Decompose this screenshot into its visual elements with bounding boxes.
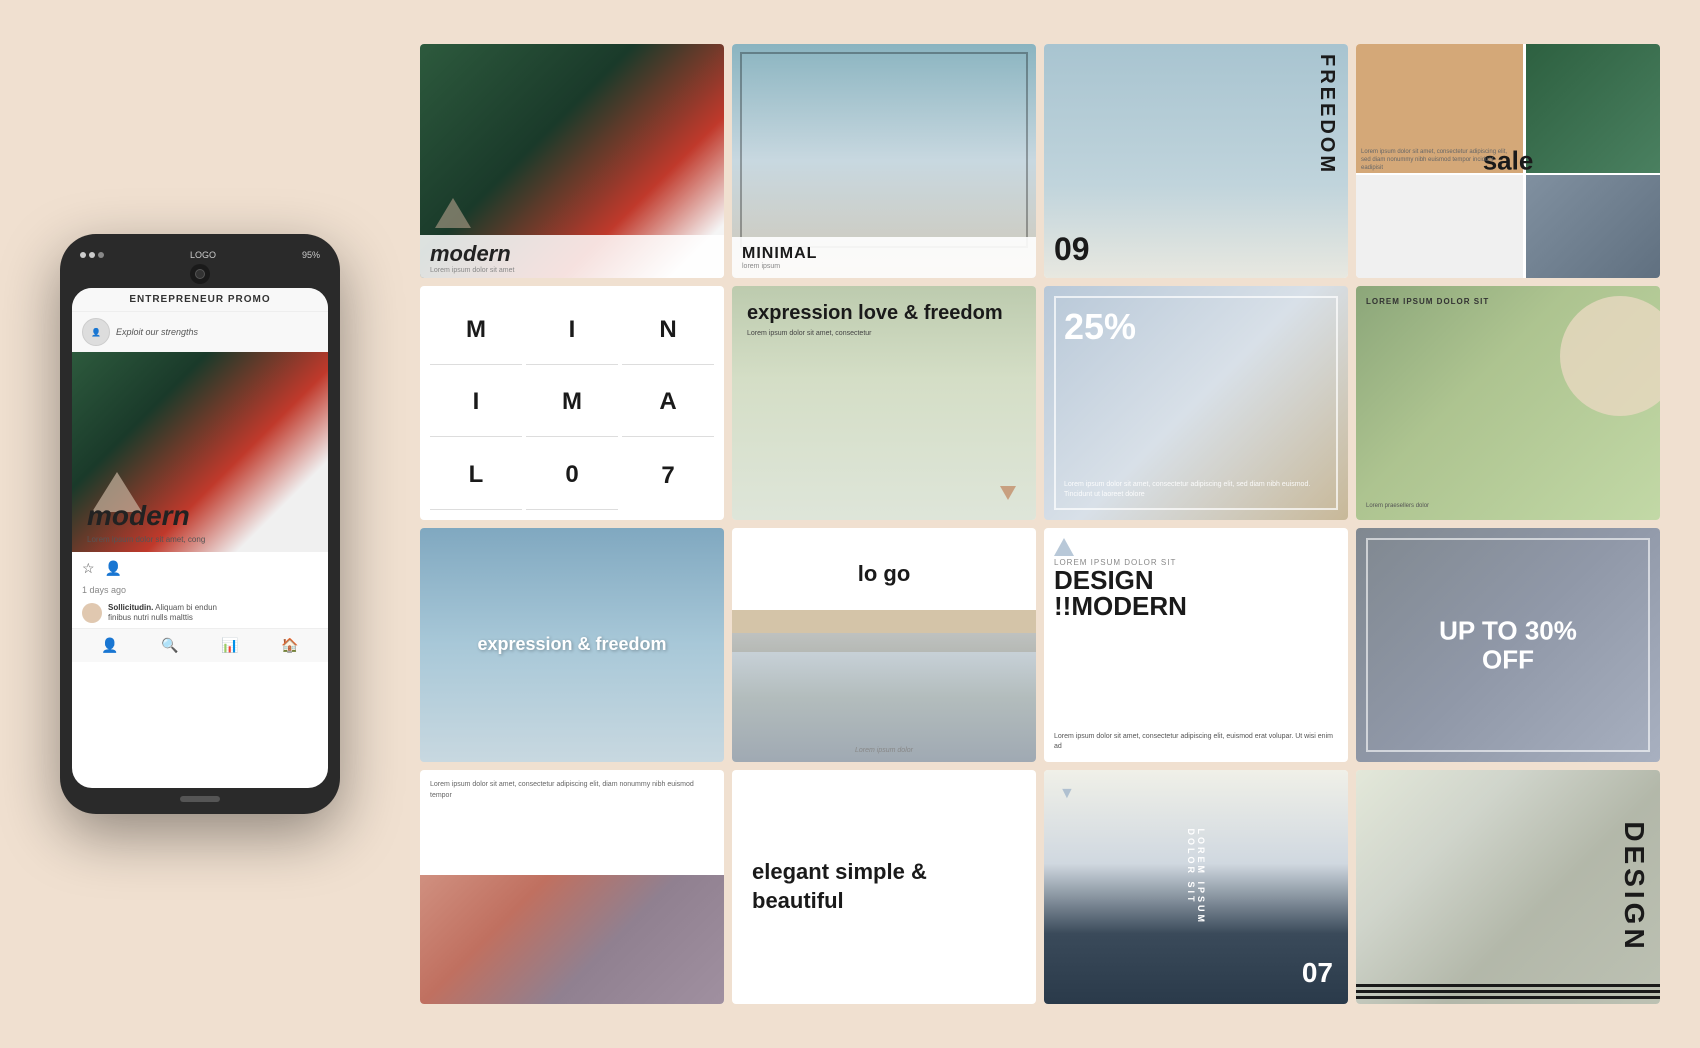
phone-nav-search[interactable]: 🔍 [161,637,178,654]
phone-post-image: modern Lorem ipsum dolor sit amet, cong [72,352,328,552]
card-elegant: elegant simple & beautiful [732,770,1036,1004]
letter-M: M [430,296,522,365]
card-sale: sale Lorem ipsum dolor sit amet, consect… [1356,44,1660,278]
phone-mockup: LOGO 95% ENTREPRENEUR PROMO 👤 Exploit ou… [40,234,360,814]
card-logo: lo go Lorem ipsum dolor [732,528,1036,762]
card-minimal-photo: MINIMAL lorem ipsum [732,44,1036,278]
phone-commenter-avatar [82,603,102,623]
phone-profile-row: 👤 Exploit our strengths [72,312,328,352]
card-percent-sub: Lorem ipsum dolor sit amet, consectetur … [1064,480,1328,500]
letter-0: 0 [526,441,618,510]
phone-home-button[interactable] [180,796,220,802]
card-design-vertical: DESIGN [1356,770,1660,1004]
card-dm-modern: !!MODERN [1054,593,1187,619]
card-lorem-circle: LOREM IPSUM DOLOR SIT Lorem praesellers … [1356,286,1660,520]
card-minimal-sub: lorem ipsum [742,263,1026,270]
phone-nav-chart[interactable]: 📊 [221,637,238,654]
letter-I2: I [430,369,522,438]
card-modern: modern Lorem ipsum dolor sit amet [420,44,724,278]
card-minimal-letters: M I N I M A L 0 7 [420,286,724,520]
card-logo-sub: Lorem ipsum dolor [855,747,913,754]
phone-avatar: 👤 [82,318,110,346]
card-lp-text: Lorem ipsum dolor sit amet, consectetur … [430,780,714,801]
card-expression-sub: Lorem ipsum dolor sit amet, consectetur [747,329,1003,339]
card-lorem-sub: Lorem praesellers dolor [1366,502,1429,510]
card-upto-30: UP TO 30% OFF [1356,528,1660,762]
card-sale-sub: Lorem ipsum dolor sit amet, consectetur … [1361,149,1513,172]
phone-comment: Sollicitudin. Aliquam bi endun finibus n… [72,599,328,628]
letter-M2: M [526,369,618,438]
card-freedom-text: FREEDOM [1315,54,1338,175]
phone-person-icon[interactable]: 👤 [105,560,122,577]
phone-nav-bar: 👤 🔍 📊 🏠 [72,628,328,662]
phone-comment-text: Sollicitudin. Aliquam bi endun finibus n… [108,603,217,624]
card-lv-text: LOREM IPSUM DOLOR SIT [1186,829,1206,946]
card-minimal-title: MINIMAL [742,245,1026,263]
card-elegant-text: elegant simple & beautiful [752,858,1016,915]
card-logo-text: lo go [858,563,911,585]
card-lorem-photo: Lorem ipsum dolor sit amet, consectetur … [420,770,724,1004]
card-lv-arrow: ▼ [1059,785,1075,803]
phone-modern-text: modern [87,500,190,532]
card-dv-text: DESIGN [1618,821,1650,952]
card-dm-design: DESIGN [1054,567,1187,593]
card-ef-text: expression & freedom [450,634,693,656]
card-modern-sub: Lorem ipsum dolor sit amet [430,267,714,274]
phone-post-subtitle: Lorem ipsum dolor sit amet, cong [87,535,205,544]
phone-signal [80,252,104,258]
letter-7: 7 [622,441,714,510]
card-25-percent: 25% Lorem ipsum dolor sit amet, consecte… [1044,286,1348,520]
phone-nav-person[interactable]: 👤 [101,637,118,654]
phone-camera [190,264,210,284]
card-lorem-vertical: ▼ LOREM IPSUM DOLOR SIT 07 [1044,770,1348,1004]
phone-app-header: ENTREPRENEUR PROMO [72,288,328,312]
letter-L: L [430,441,522,510]
card-expression-title: expression love & freedom [747,301,1003,325]
phone-screen: ENTREPRENEUR PROMO 👤 Exploit our strengt… [72,288,328,788]
phone-nav-home[interactable]: 🏠 [281,637,298,654]
phone-app-title: ENTREPRENEUR PROMO [82,294,318,305]
phone-action-bar: ☆ 👤 [72,552,328,585]
card-upto-text: UP TO 30% OFF [1432,616,1584,673]
card-dm-sub: Lorem ipsum dolor sit amet, consectetur … [1054,732,1338,752]
card-expression-love: expression love & freedom Lorem ipsum do… [732,286,1036,520]
template-grid: modern Lorem ipsum dolor sit amet MINIMA… [420,44,1660,1004]
card-percent-number: 25% [1064,306,1136,348]
card-lorem-title: LOREM IPSUM DOLOR SIT [1366,296,1489,308]
phone-status-bar: LOGO 95% [72,246,328,264]
letter-N: N [622,296,714,365]
card-freedom-number: 09 [1054,231,1090,268]
card-lv-number: 07 [1302,957,1333,989]
phone-timestamp: 1 days ago [72,585,328,599]
card-design-modern: LOREM IPSUM DOLOR SIT DESIGN !!MODERN Lo… [1044,528,1348,762]
letter-A: A [622,369,714,438]
phone-star-icon[interactable]: ☆ [82,560,95,577]
phone-username: Exploit our strengths [116,327,198,337]
card-freedom: FREEDOM 09 [1044,44,1348,278]
phone-device: LOGO 95% ENTREPRENEUR PROMO 👤 Exploit ou… [60,234,340,814]
card-modern-label: modern [430,243,714,265]
phone-battery: 95% [302,250,320,260]
card-expression-freedom: expression & freedom [420,528,724,762]
letter-I: I [526,296,618,365]
phone-logo-label: LOGO [190,250,216,260]
